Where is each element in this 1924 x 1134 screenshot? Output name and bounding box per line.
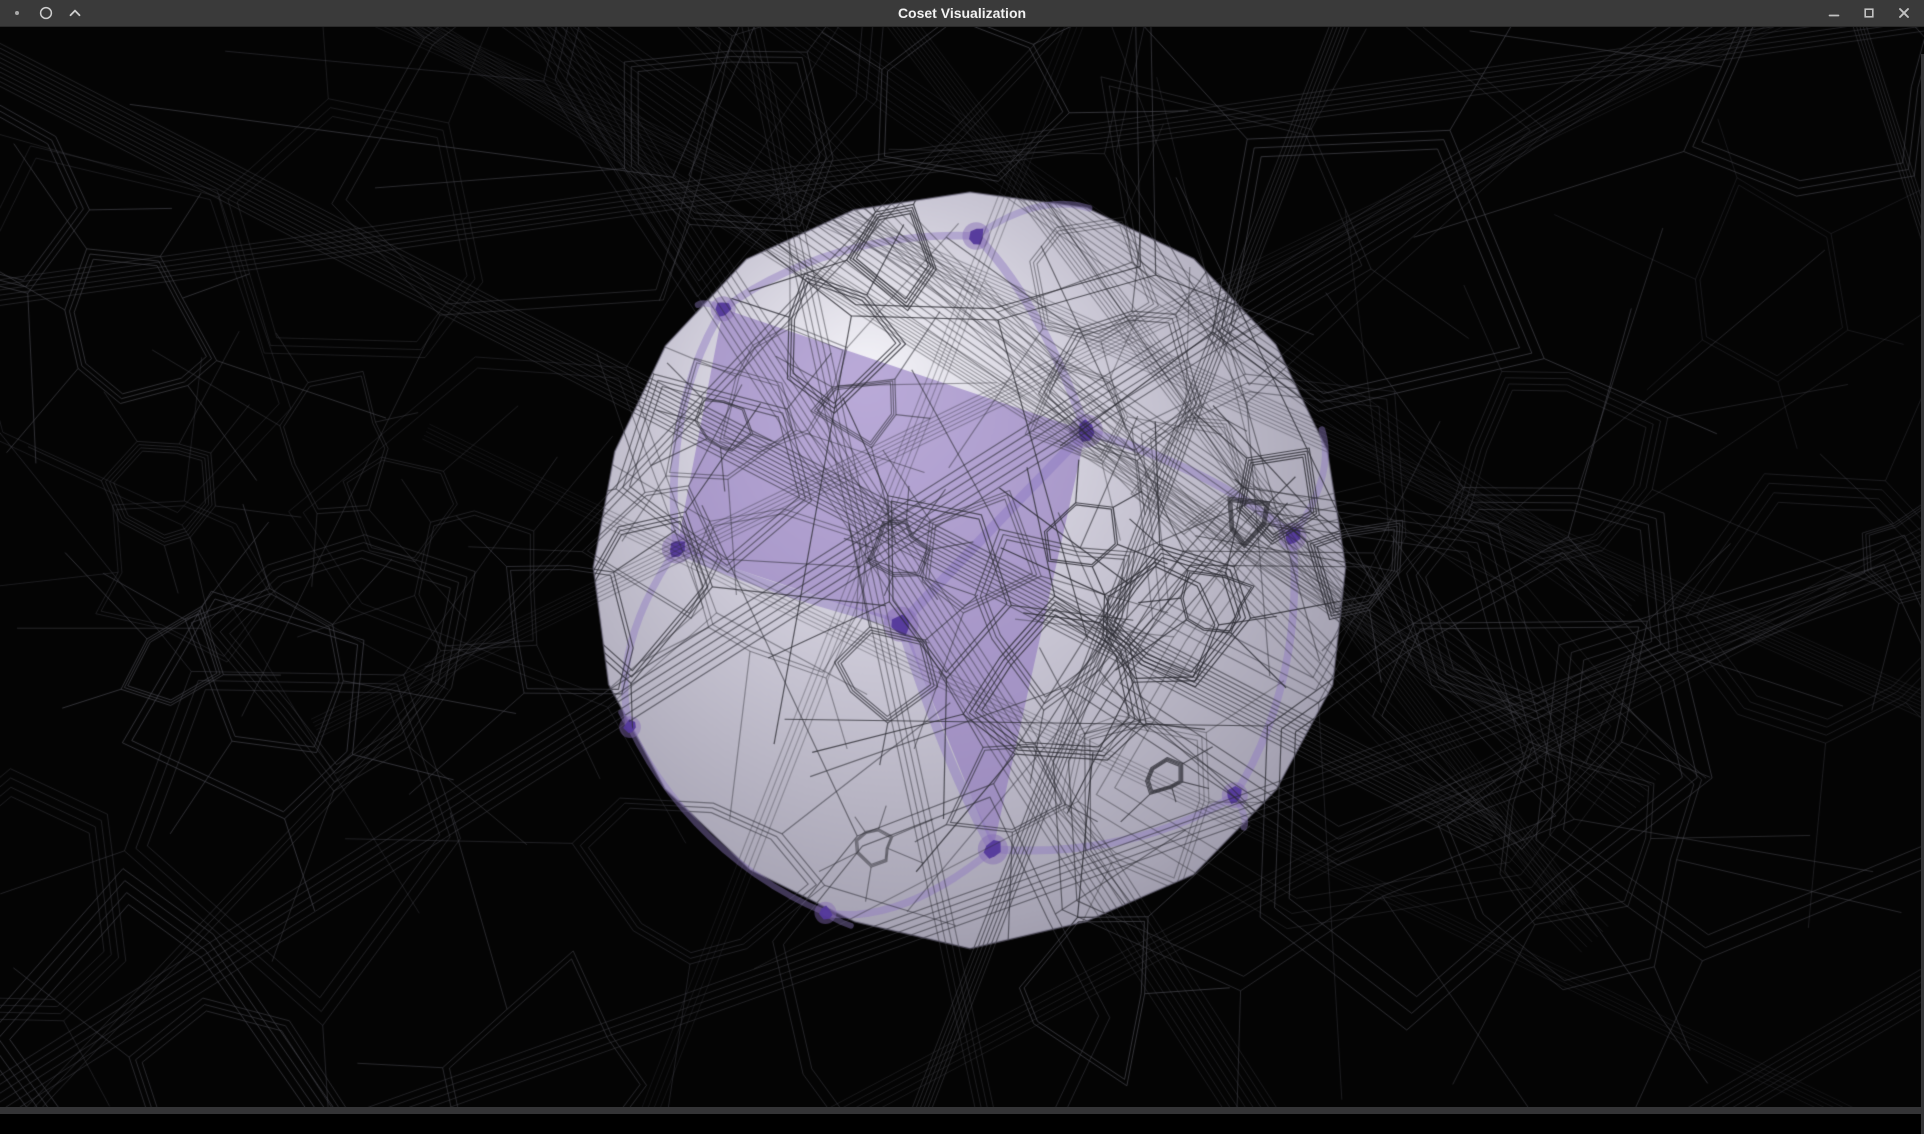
titlebar[interactable]: Coset Visualization xyxy=(0,0,1924,27)
minimize-button[interactable] xyxy=(1826,5,1842,21)
minimize-icon xyxy=(1827,6,1841,20)
chevron-up-icon[interactable] xyxy=(67,5,83,21)
app-window: Coset Visualization xyxy=(0,0,1924,1114)
window-bottom-border[interactable] xyxy=(0,1107,1924,1114)
maximize-button[interactable] xyxy=(1861,5,1877,21)
window-controls xyxy=(1826,5,1924,21)
circle-outline-icon[interactable] xyxy=(38,5,54,21)
dot-icon xyxy=(9,5,25,21)
close-button[interactable] xyxy=(1896,5,1912,21)
viewport-3d-canvas[interactable] xyxy=(0,27,1924,1107)
titlebar-left-icons xyxy=(0,5,83,21)
maximize-icon xyxy=(1862,6,1876,20)
close-icon xyxy=(1897,6,1911,20)
viewport-area xyxy=(0,27,1924,1107)
window-title: Coset Visualization xyxy=(898,0,1026,27)
